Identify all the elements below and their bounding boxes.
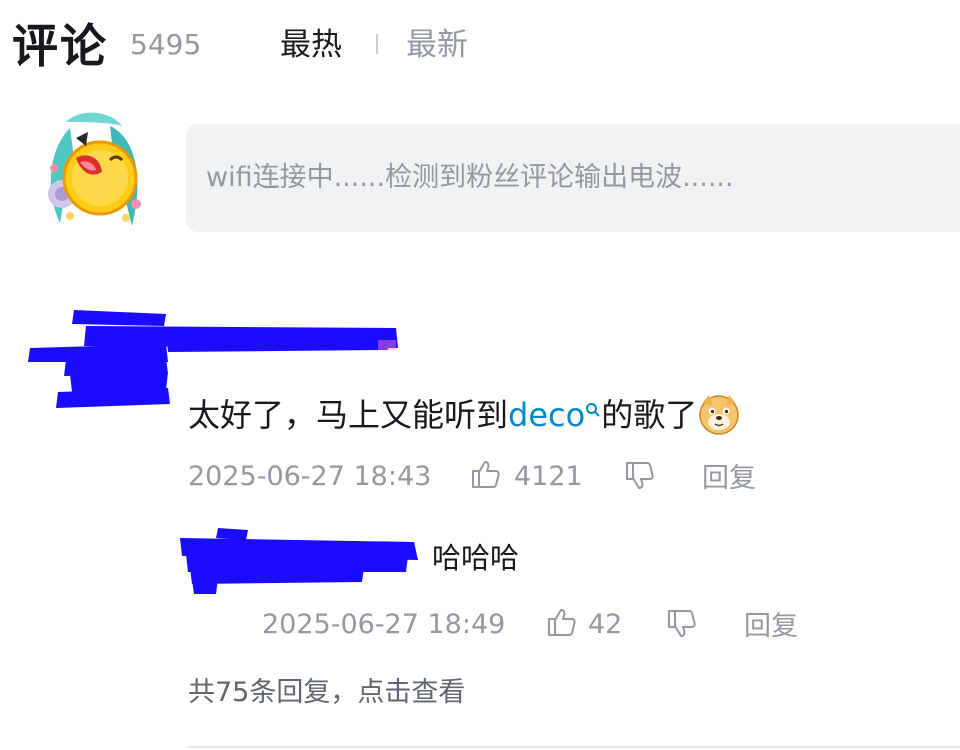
sort-new-tab[interactable]: 最新 (406, 26, 468, 64)
thumb-up-icon[interactable] (546, 606, 578, 642)
view-more-replies-link[interactable]: 共75条回复，点击查看 (188, 676, 465, 710)
redacted-reply-username (180, 528, 418, 594)
reply-time: 2025-06-27 18:49 (262, 609, 506, 640)
reply-like-count[interactable]: 42 (588, 608, 622, 642)
avatar-image (48, 112, 141, 226)
divider (188, 746, 960, 748)
comment-input-placeholder: wifi连接中......检测到粉丝评论输出电波...... (206, 162, 734, 193)
reply-button[interactable]: 回复 (702, 462, 756, 496)
comment-text: 太好了，马上又能听到deco 的歌了 (188, 392, 741, 446)
thumb-down-icon[interactable] (624, 460, 656, 496)
search-tag-link[interactable]: deco (508, 396, 585, 434)
comment-time: 2025-06-27 18:43 (188, 461, 432, 492)
search-icon[interactable] (585, 388, 601, 430)
thumb-down-icon[interactable] (666, 608, 698, 644)
sort-divider (376, 34, 378, 54)
doge-emoji-icon (697, 392, 741, 446)
comment-count: 5495 (130, 28, 202, 61)
sort-hot-tab[interactable]: 最热 (280, 26, 342, 64)
comment-like-count[interactable]: 4121 (514, 460, 583, 494)
comment-text-before: 太好了，马上又能听到 (188, 396, 509, 434)
comment-text-after: 的歌了 (601, 396, 698, 434)
comment-input[interactable]: wifi连接中......检测到粉丝评论输出电波...... (186, 124, 960, 232)
user-avatar[interactable] (40, 108, 150, 236)
reply-text: 哈哈哈 (432, 541, 520, 575)
thumb-up-icon[interactable] (470, 458, 502, 494)
reply-reply-button[interactable]: 回复 (744, 610, 798, 644)
comments-title: 评论 (12, 19, 108, 73)
